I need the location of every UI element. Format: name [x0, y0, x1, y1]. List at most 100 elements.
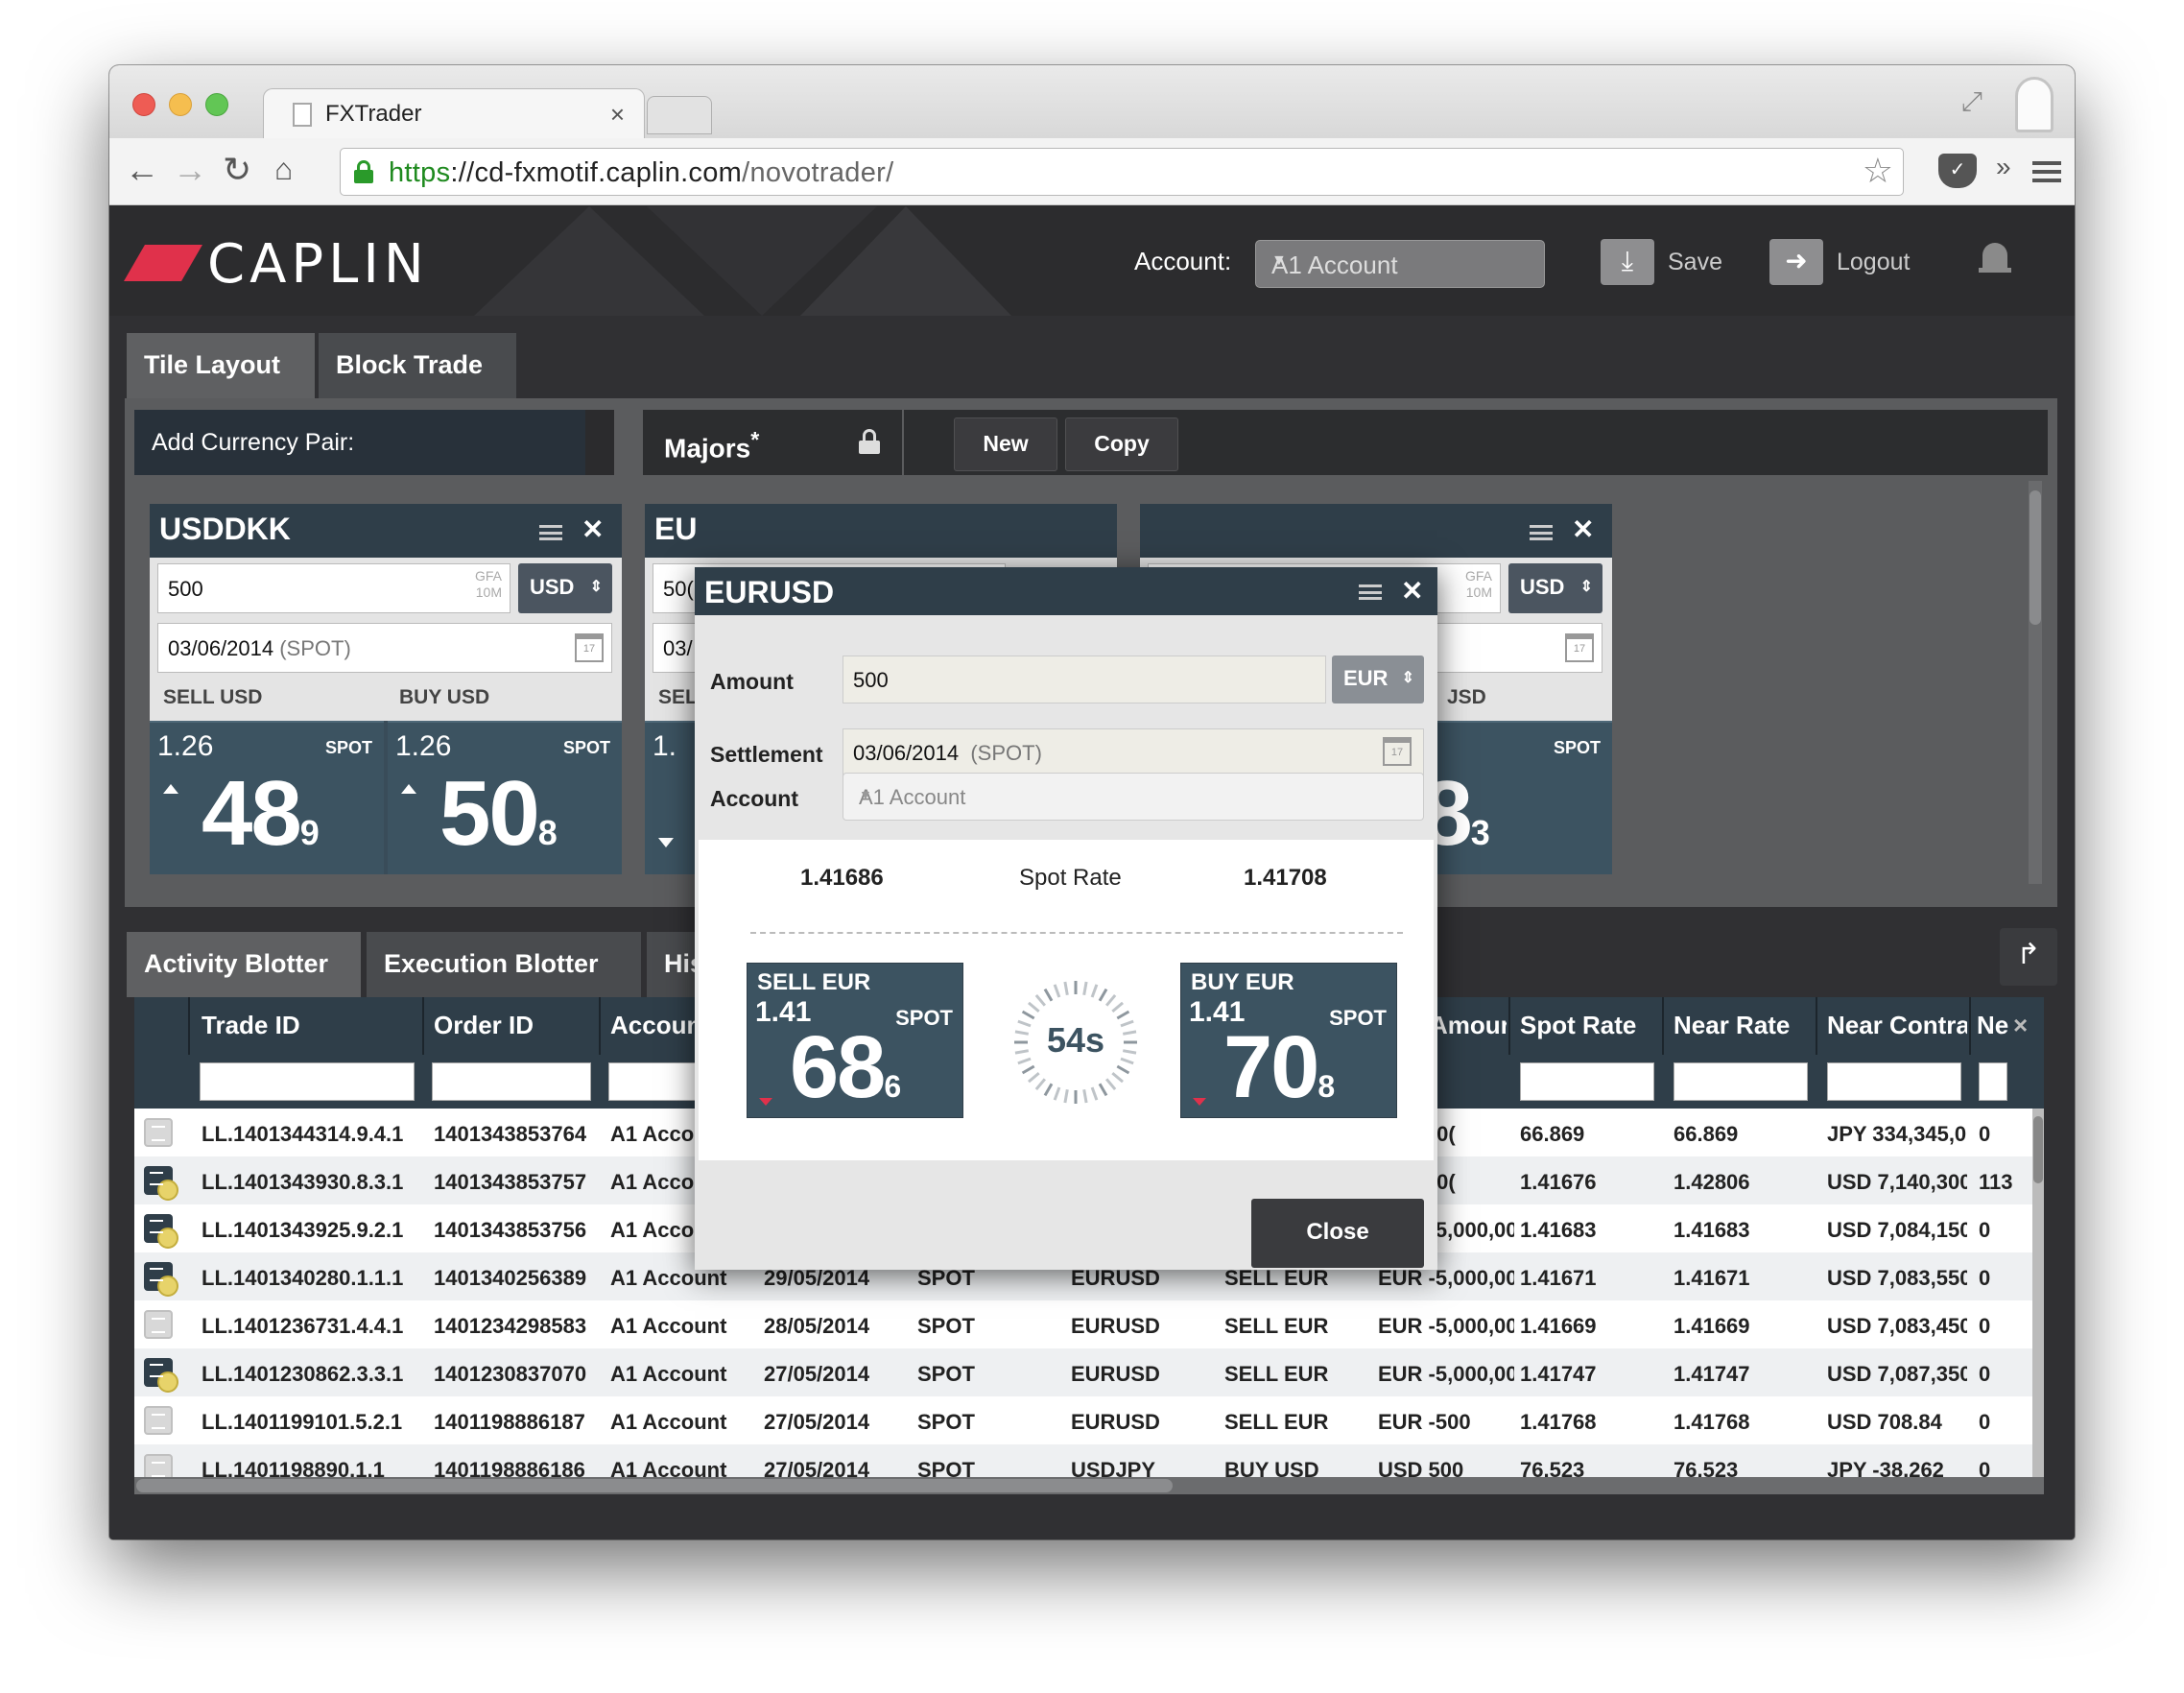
filter-order-id[interactable]	[432, 1062, 591, 1101]
cell-ne: 0	[1979, 1314, 1991, 1338]
timer-tick	[1028, 1071, 1040, 1084]
filter-spot-rate[interactable]	[1520, 1062, 1654, 1101]
bell-icon[interactable]	[1979, 243, 2011, 277]
browser-tab[interactable]: FXTrader ×	[263, 88, 645, 140]
browser-menu-icon[interactable]	[2032, 161, 2061, 182]
table-row[interactable]: LL.1401236731.4.4.1 1401234298583 A1 Accou…	[134, 1300, 2044, 1348]
trade-pending-icon[interactable]	[144, 1166, 178, 1201]
filter-ne[interactable]	[1979, 1062, 2007, 1101]
add-currency-pair[interactable]: Add Currency Pair:	[134, 410, 614, 475]
trade-details-icon[interactable]	[144, 1454, 173, 1477]
fullscreen-icon[interactable]: ⤢	[1961, 86, 1982, 118]
dialog-close-icon[interactable]: ✕	[1401, 575, 1423, 607]
logout-label[interactable]: Logout	[1837, 249, 1910, 276]
cell-contra: JPY 334,345,0(	[1827, 1122, 1967, 1146]
workspace-scrollbar[interactable]	[2029, 481, 2042, 884]
blotter-hscroll[interactable]	[134, 1477, 2044, 1494]
sell-price-button[interactable]: 1.26 SPOT 489	[150, 721, 384, 874]
col-close-icon[interactable]: ×	[2013, 1011, 2028, 1040]
dialog-sell-button[interactable]: SELL EUR 1.41 SPOT 686	[747, 963, 963, 1118]
tile-menu-icon[interactable]	[539, 525, 562, 540]
tab-tile-layout[interactable]: Tile Layout	[127, 333, 315, 398]
currency-toggle[interactable]: USD ⇕	[518, 563, 612, 613]
currency-toggle[interactable]: USD ⇕	[1508, 563, 1602, 613]
popout-icon[interactable]: ↱	[2000, 928, 2057, 986]
tab-activity-blotter[interactable]: Activity Blotter	[127, 932, 361, 997]
buy-price-button[interactable]: 1.26 SPOT 508	[388, 721, 622, 874]
col-near-contra[interactable]: Near Contra	[1827, 1011, 1967, 1040]
col-trade-id[interactable]: Trade ID	[202, 1011, 422, 1040]
dialog-menu-icon[interactable]	[1359, 584, 1382, 600]
tab-close-icon[interactable]: ×	[610, 100, 625, 130]
save-button[interactable]: ⤓	[1601, 239, 1654, 285]
dialog-settlement-input[interactable]: 03/06/2014 (SPOT) 17	[843, 728, 1424, 776]
save-label[interactable]: Save	[1668, 249, 1722, 276]
home-icon[interactable]: ⌂	[274, 152, 293, 187]
dialog-currency-toggle[interactable]: EUR ⇕	[1332, 656, 1424, 703]
blotter-vscroll[interactable]	[2032, 1109, 2044, 1477]
filter-near-rate[interactable]	[1674, 1062, 1808, 1101]
settlement-date-input[interactable]: 03/06/2014 (SPOT) 17	[157, 623, 612, 673]
address-bar[interactable]: https://cd-fxmotif.caplin.com/novotrader…	[340, 148, 1904, 196]
col-spot-rate[interactable]: Spot Rate	[1520, 1011, 1664, 1040]
tab-execution-blotter[interactable]: Execution Blotter	[367, 932, 641, 997]
trade-details-icon[interactable]	[144, 1406, 173, 1435]
url-text: https://cd-fxmotif.caplin.com/novotrader…	[389, 157, 894, 188]
tile-header: EU	[645, 504, 1117, 558]
col-near-rate[interactable]: Near Rate	[1674, 1011, 1817, 1040]
tile-close-icon[interactable]: ✕	[582, 513, 604, 545]
new-tab-button[interactable]	[647, 96, 712, 134]
logo-mark	[124, 245, 202, 281]
trade-details-icon[interactable]	[144, 1310, 173, 1339]
tile-menu-icon[interactable]	[1530, 525, 1553, 540]
dialog-buy-button[interactable]: BUY EUR 1.41 SPOT 708	[1180, 963, 1397, 1118]
dialog-amount-input[interactable]: 500	[843, 656, 1326, 703]
filter-near-contra[interactable]	[1827, 1062, 1961, 1101]
back-icon[interactable]: ←	[125, 150, 159, 190]
extensions-chevron-icon[interactable]: »	[1996, 152, 2011, 182]
col-amount[interactable]: Amour	[1430, 1011, 1507, 1040]
col-order-id[interactable]: Order ID	[434, 1011, 597, 1040]
profile-icon[interactable]	[2015, 77, 2053, 132]
trade-pending-icon[interactable]	[144, 1358, 178, 1393]
divider	[750, 932, 1403, 934]
calendar-icon[interactable]: 17	[1565, 633, 1594, 662]
trade-details-icon[interactable]	[144, 1118, 173, 1147]
account-select[interactable]: A1 Account ▼	[1255, 240, 1545, 288]
dialog-close-button[interactable]: Close	[1251, 1199, 1424, 1268]
cell-trade-id: LL.1401344314.9.4.1	[202, 1122, 404, 1146]
calendar-icon[interactable]: 17	[1383, 737, 1412, 766]
cell-order-id: 1401198886187	[434, 1410, 585, 1434]
reload-icon[interactable]: ↻	[223, 150, 251, 190]
dialog-account-select[interactable]: A1 Account ▼	[843, 773, 1424, 821]
majors-layout-tab[interactable]: Majors*	[643, 410, 902, 475]
logout-button[interactable]: ➜	[1769, 239, 1823, 285]
cell-pair: USDJPY	[1071, 1458, 1156, 1477]
trade-pending-icon[interactable]	[144, 1214, 178, 1249]
amount-input[interactable]: 500 GFA 10M	[157, 563, 510, 613]
padlock-icon[interactable]	[859, 429, 880, 454]
bid-rate: 1.41686	[800, 865, 884, 891]
cell-trade-id: LL.1401343925.9.2.1	[202, 1218, 404, 1242]
table-row[interactable]: LL.1401198890.1.1 1401198886186 A1 Account…	[134, 1444, 2044, 1477]
tab-block-trade[interactable]: Block Trade	[319, 333, 516, 398]
forward-icon[interactable]: →	[173, 150, 207, 190]
pocket-icon[interactable]: ✓	[1938, 154, 1977, 188]
filter-trade-id[interactable]	[200, 1062, 415, 1101]
minimize-window-button[interactable]	[169, 93, 192, 116]
col-ne[interactable]: Ne	[1977, 1011, 2015, 1040]
zoom-window-button[interactable]	[205, 93, 228, 116]
bookmark-star-icon[interactable]: ☆	[1863, 151, 1893, 191]
cell-near: 1.41747	[1674, 1362, 1750, 1386]
filter-account[interactable]	[608, 1062, 704, 1101]
close-window-button[interactable]	[132, 93, 155, 116]
table-row[interactable]: LL.1401230862.3.3.1 1401230837070 A1 Accou…	[134, 1348, 2044, 1396]
copy-button[interactable]: Copy	[1065, 417, 1178, 471]
tile-close-icon[interactable]: ✕	[1572, 513, 1594, 545]
cell-tenor: SPOT	[917, 1314, 975, 1338]
new-button[interactable]: New	[954, 417, 1057, 471]
calendar-icon[interactable]: 17	[575, 633, 604, 662]
cell-side: SELL EUR	[1224, 1362, 1329, 1386]
trade-pending-icon[interactable]	[144, 1262, 178, 1297]
table-row[interactable]: LL.1401199101.5.2.1 1401198886187 A1 Accou…	[134, 1396, 2044, 1444]
